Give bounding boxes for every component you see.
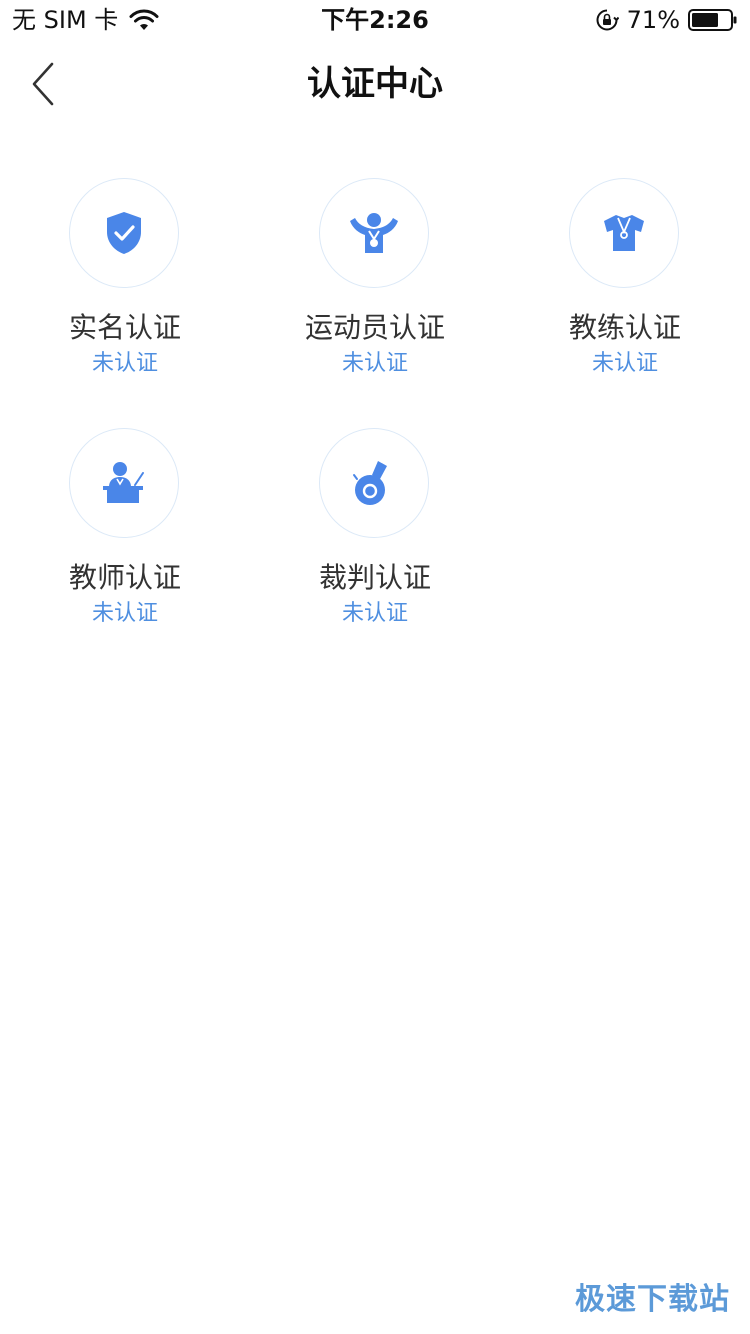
cert-item-athlete[interactable]: 运动员认证 未认证 [250, 178, 500, 398]
cert-label: 裁判认证 [318, 561, 431, 594]
shield-check-icon [107, 212, 141, 254]
cert-status: 未认证 [91, 351, 158, 376]
status-bar: 无 SIM 卡 下午2:26 71% [0, 0, 750, 40]
cert-item-referee[interactable]: 裁判认证 未认证 [250, 428, 500, 648]
cert-label: 教师认证 [68, 561, 181, 594]
status-right: 71% [595, 4, 738, 36]
cert-status: 未认证 [91, 601, 158, 626]
coach-shirt-icon [604, 215, 644, 251]
cert-item-coach[interactable]: 教练认证 未认证 [500, 178, 750, 398]
cert-item-real-name[interactable]: 实名认证 未认证 [0, 178, 250, 398]
icon-circle [69, 428, 179, 538]
whistle-icon [353, 461, 387, 505]
cert-status: 未认证 [591, 351, 658, 376]
icon-circle [569, 178, 679, 288]
battery-icon [688, 9, 737, 31]
page-title: 认证中心 [307, 64, 443, 104]
teacher-podium-icon [103, 462, 144, 503]
cert-label: 实名认证 [68, 311, 181, 344]
battery-percent: 71% [626, 6, 680, 34]
cert-status: 未认证 [341, 601, 408, 626]
icon-circle [69, 178, 179, 288]
icon-circle [319, 178, 429, 288]
cert-label: 运动员认证 [304, 311, 445, 344]
navigation-bar: 认证中心 [0, 40, 750, 128]
athlete-icon [350, 213, 398, 253]
cert-status: 未认证 [341, 351, 408, 376]
cert-label: 教练认证 [568, 311, 681, 344]
cert-item-teacher[interactable]: 教师认证 未认证 [0, 428, 250, 648]
orientation-lock-icon [596, 9, 619, 31]
watermark-logo: 极速下载站 [575, 1282, 730, 1317]
icon-circle [319, 428, 429, 538]
